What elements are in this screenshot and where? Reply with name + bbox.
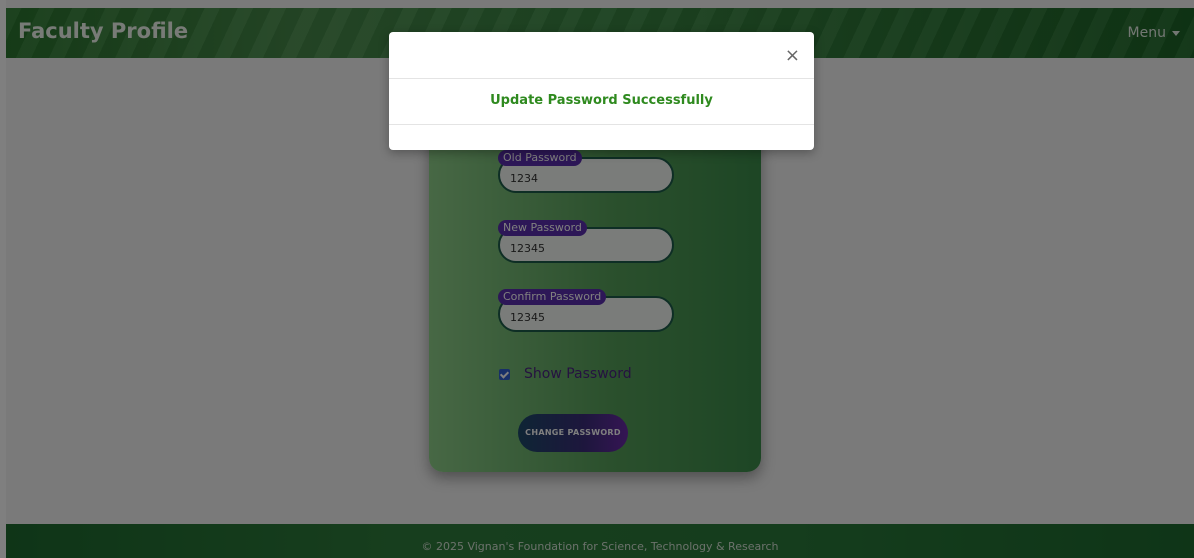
close-icon[interactable]: × (785, 45, 800, 66)
modal-body: Update Password Successfully (389, 78, 814, 125)
modal-header: × (389, 32, 814, 79)
success-message: Update Password Successfully (490, 93, 713, 108)
success-modal: × Update Password Successfully (389, 32, 814, 150)
